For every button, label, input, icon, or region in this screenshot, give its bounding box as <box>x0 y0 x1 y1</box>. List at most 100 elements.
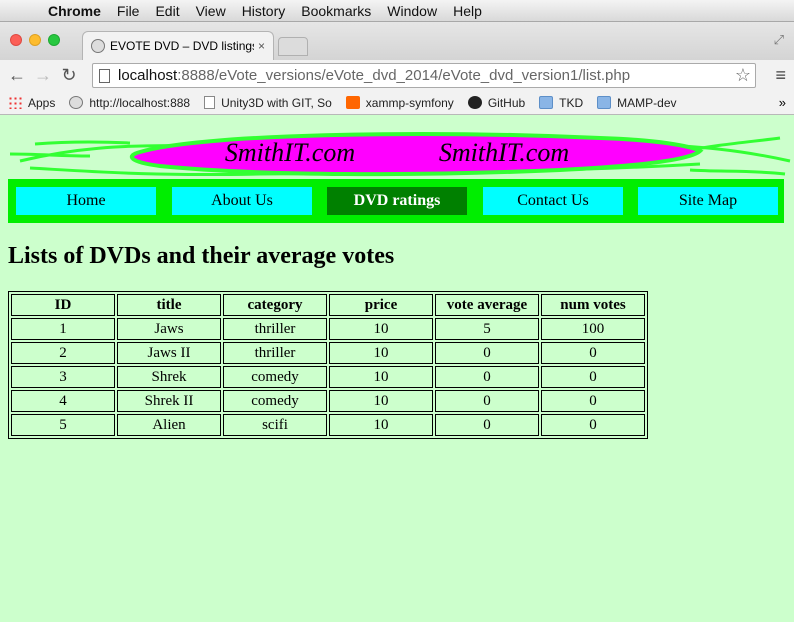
tab-evote-dvd[interactable]: EVOTE DVD – DVD listings × <box>82 31 274 60</box>
more-bookmarks-icon[interactable]: » <box>779 95 786 110</box>
table-header-row: ID title category price vote average num… <box>11 294 645 316</box>
menu-bookmarks[interactable]: Bookmarks <box>293 3 379 19</box>
column-header-price: price <box>329 294 433 316</box>
cell-title: Shrek II <box>117 390 221 412</box>
forward-icon[interactable]: → <box>30 65 56 86</box>
fullscreen-icon[interactable]: ⤢ <box>774 32 784 48</box>
bookmark-tkd[interactable]: TKD <box>539 96 583 110</box>
minimize-window-button[interactable] <box>29 34 41 46</box>
cell-num-votes: 0 <box>541 366 645 388</box>
column-header-title: title <box>117 294 221 316</box>
cell-id: 1 <box>11 318 115 340</box>
cell-price: 10 <box>329 390 433 412</box>
cell-id: 2 <box>11 342 115 364</box>
cell-num-votes: 0 <box>541 414 645 436</box>
bookmark-star-icon[interactable]: ☆ <box>735 65 751 86</box>
menu-window[interactable]: Window <box>379 3 445 19</box>
nav-contact-us[interactable]: Contact Us <box>483 187 623 215</box>
apps-icon <box>8 96 22 109</box>
menu-history[interactable]: History <box>234 3 294 19</box>
cell-category: thriller <box>223 342 327 364</box>
cell-vote-average: 5 <box>435 318 539 340</box>
banner-text-left: SmithIT.com <box>225 138 355 167</box>
page-content: SmithIT.com SmithIT.com Home About Us DV… <box>0 116 794 622</box>
nav-dvd-ratings[interactable]: DVD ratings <box>327 187 467 215</box>
favicon-icon <box>91 39 105 53</box>
xampp-icon <box>345 96 360 109</box>
banner-text-right: SmithIT.com <box>439 138 569 167</box>
table-row: 2 Jaws II thriller 10 0 0 <box>11 342 645 364</box>
bookmark-xammp[interactable]: xammp-symfony <box>345 96 454 110</box>
tab-title: EVOTE DVD – DVD listings <box>110 39 254 53</box>
bookmark-label: Unity3D with GIT, So <box>221 95 332 110</box>
folder-icon <box>597 96 612 109</box>
cell-id: 4 <box>11 390 115 412</box>
browser-toolbar: ← → ↻ localhost :8888/eVote_versions/eVo… <box>0 60 794 91</box>
bookmark-mamp-dev[interactable]: MAMP-dev <box>597 95 677 110</box>
bookmark-github[interactable]: GitHub <box>467 95 526 110</box>
cell-category: comedy <box>223 366 327 388</box>
table-row: 1 Jaws thriller 10 5 100 <box>11 318 645 340</box>
close-window-button[interactable] <box>10 34 22 46</box>
cell-price: 10 <box>329 342 433 364</box>
menu-edit[interactable]: Edit <box>147 3 187 19</box>
cell-category: comedy <box>223 390 327 412</box>
table-row: 4 Shrek II comedy 10 0 0 <box>11 390 645 412</box>
address-bar[interactable]: localhost :8888/eVote_versions/eVote_dvd… <box>92 63 756 88</box>
column-header-num-votes: num votes <box>541 294 645 316</box>
cell-vote-average: 0 <box>435 366 539 388</box>
cell-title: Jaws II <box>117 342 221 364</box>
cell-vote-average: 0 <box>435 390 539 412</box>
chrome-menu-icon[interactable]: ≡ <box>775 65 786 86</box>
tab-close-icon[interactable]: × <box>258 39 265 53</box>
bookmark-label: GitHub <box>487 95 526 110</box>
nav-about-us[interactable]: About Us <box>172 187 312 215</box>
os-menubar: Chrome File Edit View History Bookmarks … <box>0 0 794 22</box>
nav-home[interactable]: Home <box>16 187 156 215</box>
url-host: localhost <box>118 67 178 84</box>
cell-num-votes: 0 <box>541 342 645 364</box>
column-header-category: category <box>223 294 327 316</box>
reload-icon[interactable]: ↻ <box>56 65 82 86</box>
cell-title: Alien <box>117 414 221 436</box>
window-controls <box>10 34 60 46</box>
cell-price: 10 <box>329 318 433 340</box>
globe-icon <box>69 96 84 109</box>
tab-strip: EVOTE DVD – DVD listings × ⤢ <box>0 22 794 60</box>
site-banner: SmithIT.com SmithIT.com <box>9 132 791 177</box>
column-header-id: ID <box>11 294 115 316</box>
page-title: Lists of DVDs and their average votes <box>8 243 395 269</box>
page-icon <box>99 68 110 83</box>
menu-help[interactable]: Help <box>445 3 490 19</box>
nav-site-map[interactable]: Site Map <box>638 187 778 215</box>
url-path: :8888/eVote_versions/eVote_dvd_2014/eVot… <box>177 67 631 84</box>
bookmark-localhost[interactable]: http://localhost:888 <box>69 96 190 110</box>
menu-view[interactable]: View <box>188 3 234 19</box>
cell-vote-average: 0 <box>435 342 539 364</box>
zoom-window-button[interactable] <box>48 34 60 46</box>
github-icon <box>467 96 482 109</box>
cell-price: 10 <box>329 414 433 436</box>
cell-vote-average: 0 <box>435 414 539 436</box>
bookmark-apps[interactable]: Apps <box>8 96 55 110</box>
cell-id: 3 <box>11 366 115 388</box>
folder-icon <box>539 96 554 109</box>
bookmark-label: TKD <box>559 95 584 110</box>
bookmark-label: MAMP-dev <box>617 95 677 110</box>
table-row: 5 Alien scifi 10 0 0 <box>11 414 645 436</box>
cell-category: scifi <box>223 414 327 436</box>
back-icon[interactable]: ← <box>4 65 30 86</box>
dvd-table: ID title category price vote average num… <box>8 291 648 439</box>
column-header-vote-average: vote average <box>435 294 539 316</box>
bookmarks-bar: Apps http://localhost:888 Unity3D with G… <box>0 91 794 115</box>
bookmark-label: http://localhost:888 <box>89 95 191 110</box>
cell-title: Shrek <box>117 366 221 388</box>
new-tab-button[interactable] <box>278 37 308 56</box>
bookmark-unity3d[interactable]: Unity3D with GIT, So <box>204 96 332 110</box>
bookmark-label: Apps <box>28 95 56 110</box>
cell-category: thriller <box>223 318 327 340</box>
menu-app-chrome[interactable]: Chrome <box>40 3 109 19</box>
cell-num-votes: 0 <box>541 390 645 412</box>
menu-file[interactable]: File <box>109 3 148 19</box>
cell-price: 10 <box>329 366 433 388</box>
